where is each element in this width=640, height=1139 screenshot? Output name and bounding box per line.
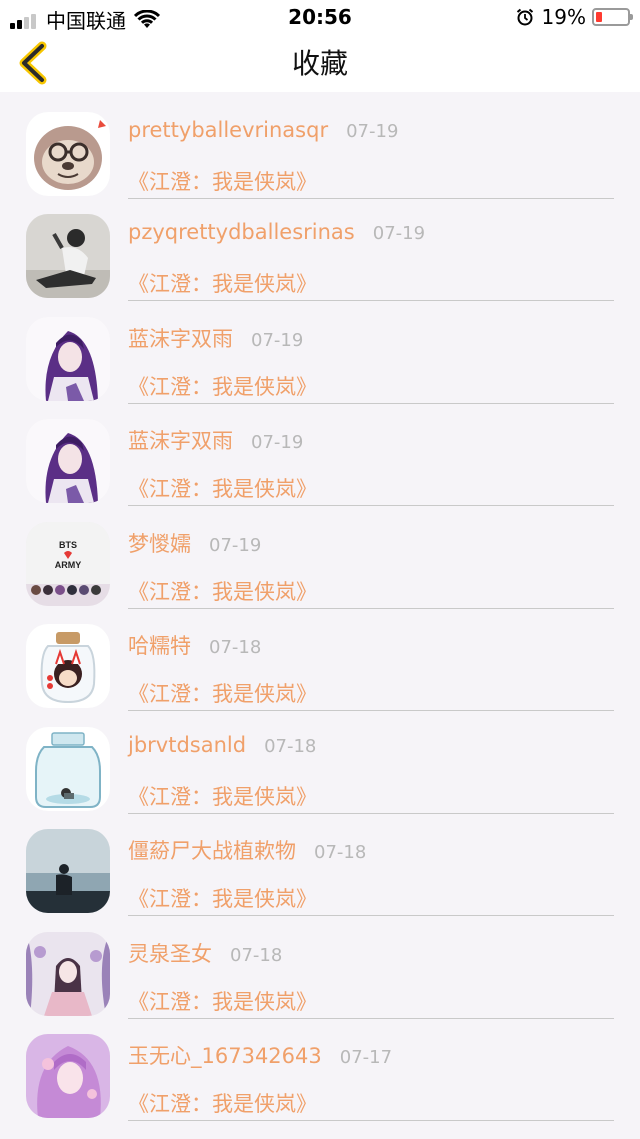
date: 07-19 — [346, 121, 399, 142]
date: 07-19 — [372, 223, 426, 244]
list-item[interactable]: 蓝沫字双雨 07-19 《江澄：我是侠岚》 — [0, 399, 640, 506]
username[interactable]: 僵蒶尸大战植欶物 — [128, 835, 296, 865]
nav-bar: 收藏 — [0, 34, 640, 92]
list-item[interactable]: 蓝沫字双雨 07-19 《江澄：我是侠岚》 — [0, 297, 640, 404]
username[interactable]: pzyqrettydballesrinas — [128, 220, 355, 244]
list-item[interactable]: jbrvtdsanld 07-18 《江澄：我是侠岚》 — [0, 707, 640, 814]
avatar[interactable] — [26, 932, 110, 1016]
list-item[interactable]: 玉无心_167342643 07-17 《江澄：我是侠岚》 — [0, 1014, 640, 1121]
avatar[interactable] — [26, 419, 110, 503]
list-item[interactable]: 僵蒶尸大战植欶物 07-18 《江澄：我是侠岚》 — [0, 809, 640, 916]
username[interactable]: 蓝沫字双雨 — [128, 425, 233, 455]
username[interactable]: 哈糯特 — [128, 630, 191, 660]
list-item[interactable]: pzyqrettydballesrinas 07-19 《江澄：我是侠岚》 — [0, 194, 640, 301]
avatar[interactable] — [26, 829, 110, 913]
date: 07-19 — [251, 432, 304, 453]
alarm-icon — [516, 8, 533, 26]
username[interactable]: 蓝沫字双雨 — [128, 323, 233, 353]
avatar[interactable] — [26, 727, 110, 811]
avatar[interactable] — [26, 1034, 110, 1118]
avatar-text-bts: BTS — [59, 540, 77, 550]
battery-icon — [592, 8, 633, 26]
book-title[interactable]: 《江澄：我是侠岚》 — [128, 678, 317, 708]
divider — [128, 1120, 614, 1121]
avatar[interactable] — [26, 317, 110, 401]
date: 07-18 — [314, 842, 367, 863]
book-title[interactable]: 《江澄：我是侠岚》 — [128, 166, 317, 196]
list-item[interactable]: 哈糯特 07-18 《江澄：我是侠岚》 — [0, 604, 640, 711]
username[interactable]: 梦惾嬬 — [128, 528, 191, 558]
date: 07-18 — [209, 637, 262, 658]
avatar[interactable] — [26, 112, 110, 196]
book-title[interactable]: 《江澄：我是侠岚》 — [128, 473, 317, 503]
list-item[interactable]: BTS ARMY 梦惾嬬 07-19 《江澄：我是侠岚》 — [0, 502, 640, 609]
book-title[interactable]: 《江澄：我是侠岚》 — [128, 1088, 317, 1118]
avatar[interactable]: BTS ARMY — [26, 522, 110, 606]
book-title[interactable]: 《江澄：我是侠岚》 — [128, 576, 317, 606]
page-title: 收藏 — [291, 47, 348, 80]
date: 07-19 — [251, 330, 304, 351]
date: 07-18 — [264, 736, 317, 757]
date: 07-17 — [339, 1047, 393, 1068]
avatar[interactable] — [26, 214, 110, 298]
username[interactable]: 玉无心_167342643 — [128, 1040, 322, 1070]
status-bar: 中国联通 20:56 19% — [0, 0, 640, 34]
list-item[interactable]: 灵泉圣女 07-18 《江澄：我是侠岚》 — [0, 912, 640, 1019]
username[interactable]: prettyballevrinasqr — [128, 118, 328, 142]
date: 07-18 — [230, 945, 283, 966]
username[interactable]: jbrvtdsanld — [128, 733, 246, 757]
username[interactable]: 灵泉圣女 — [128, 938, 212, 968]
list-item[interactable]: prettyballevrinasqr 07-19 《江澄：我是侠岚》 — [0, 92, 640, 199]
avatar-text-army: ARMY — [55, 560, 82, 570]
avatar[interactable] — [26, 624, 110, 708]
favorites-list[interactable]: prettyballevrinasqr 07-19 《江澄：我是侠岚》 pzyq… — [0, 92, 640, 1139]
book-title[interactable]: 《江澄：我是侠岚》 — [128, 781, 317, 811]
date: 07-19 — [209, 535, 262, 556]
book-title[interactable]: 《江澄：我是侠岚》 — [128, 883, 317, 913]
book-title[interactable]: 《江澄：我是侠岚》 — [128, 268, 317, 298]
book-title[interactable]: 《江澄：我是侠岚》 — [128, 986, 317, 1016]
battery-percentage: 19% — [541, 5, 586, 29]
book-title[interactable]: 《江澄：我是侠岚》 — [128, 371, 317, 401]
